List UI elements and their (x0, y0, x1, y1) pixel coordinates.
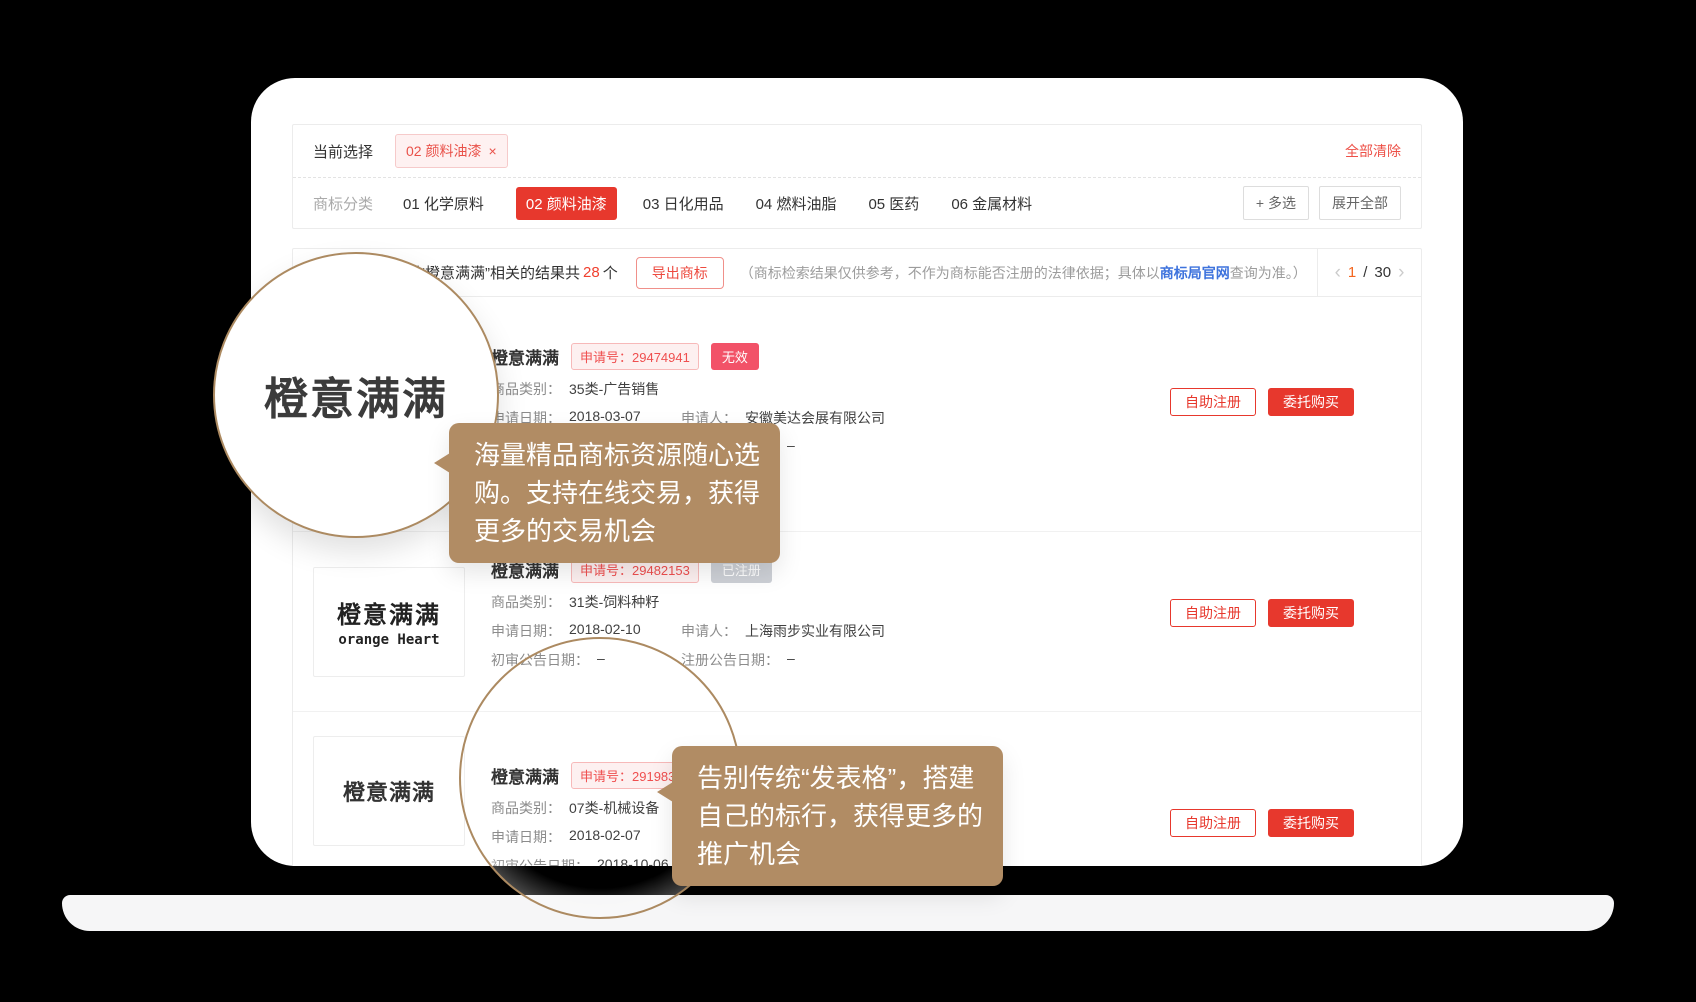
apply-date-label: 申请日期： (491, 621, 561, 641)
current-page: 1 (1348, 264, 1356, 281)
trademark-office-link[interactable]: 商标局官网 (1160, 265, 1230, 281)
category-label: 商品类别： (491, 592, 561, 612)
trademark-thumbnail[interactable]: 橙意满满 orange Heart (313, 567, 465, 677)
application-number-value: 29474941 (632, 350, 690, 365)
prev-page-icon[interactable]: ‹ (1335, 263, 1341, 282)
category-item-01[interactable]: 01 化学原料 (403, 193, 484, 214)
reg-publication-value: – (787, 650, 795, 670)
category-item-03[interactable]: 03 日化用品 (643, 193, 724, 214)
category-value: 31类-饲料种籽 (569, 592, 659, 612)
trademark-name: 橙意满满 (491, 344, 559, 369)
current-selection-row: 当前选择 02 颜料油漆 × 全部清除 (293, 125, 1421, 177)
category-label: 商品类别： (491, 379, 561, 399)
current-selection-label: 当前选择 (313, 141, 373, 162)
category-item-06[interactable]: 06 金属材料 (951, 193, 1032, 214)
category-actions: + 多选 展开全部 (1243, 186, 1401, 220)
category-item-05[interactable]: 05 医药 (868, 193, 919, 214)
callout-line: 购。支持在线交易，获得 (474, 474, 760, 512)
category-value: 35类-广告销售 (569, 379, 659, 399)
selected-filter-chip-label: 02 颜料油漆 (406, 141, 481, 161)
pagination: ‹ 1 / 30 › (1317, 249, 1421, 296)
application-number-value: 29482153 (632, 563, 690, 578)
application-number-badge: 申请号：29474941 (571, 343, 699, 370)
entrust-buy-button[interactable]: 委托购买 (1268, 809, 1354, 837)
entrust-buy-button[interactable]: 委托购买 (1268, 388, 1354, 416)
callout-line: 告别传统“发表格”，搭建 (697, 759, 983, 797)
applicant-label: 申请人： (681, 621, 737, 641)
page-background: 当前选择 02 颜料油漆 × 全部清除 商标分类 01 化学原料 02 颜料油漆… (0, 0, 1696, 1002)
self-register-button[interactable]: 自助注册 (1170, 388, 1256, 416)
trademark-image-text: 橙意满满 (337, 595, 441, 630)
trademark-image-subtext: orange Heart (338, 632, 439, 648)
multi-select-button[interactable]: + 多选 (1243, 186, 1309, 220)
disclaimer-suffix: 查询为准。） (1230, 265, 1307, 281)
applicant-value: 上海雨步实业有限公司 (745, 621, 885, 641)
chip-close-icon[interactable]: × (488, 143, 496, 159)
self-register-button[interactable]: 自助注册 (1170, 809, 1256, 837)
results-header: 搜索到“橙意满满”相关的结果共 28 个 导出商标 （商标检索结果仅供参考，不作… (293, 249, 1421, 297)
category-item-02-selected[interactable]: 02 颜料油漆 (516, 187, 617, 220)
results-count: 28 (583, 264, 600, 281)
results-disclaimer: （商标检索结果仅供参考，不作为商标能否注册的法律依据；具体以商标局官网查询为准。… (740, 263, 1307, 283)
self-register-button[interactable]: 自助注册 (1170, 599, 1256, 627)
callout-line: 海量精品商标资源随心选 (474, 436, 760, 474)
row-actions: 自助注册 委托购买 (1170, 809, 1354, 837)
reg-publication-label: 注册公告日期： (681, 650, 779, 670)
next-page-icon[interactable]: › (1398, 263, 1404, 282)
category-row-label: 商标分类 (313, 193, 373, 214)
export-trademarks-button[interactable]: 导出商标 (636, 257, 724, 289)
entrust-buy-button[interactable]: 委托购买 (1268, 599, 1354, 627)
device-base-bar (62, 895, 1614, 931)
clear-all-button[interactable]: 全部清除 (1345, 141, 1401, 161)
results-summary-suffix: 个 (603, 262, 618, 283)
reg-publication-value: – (787, 437, 795, 457)
total-pages: 30 (1374, 264, 1391, 281)
disclaimer-prefix: （商标检索结果仅供参考，不作为商标能否注册的法律依据；具体以 (740, 265, 1160, 281)
page-separator: / (1363, 264, 1367, 281)
application-number-label: 申请号： (580, 350, 632, 365)
status-badge: 无效 (711, 343, 759, 370)
category-item-04[interactable]: 04 燃料油脂 (756, 193, 837, 214)
selected-filter-chip[interactable]: 02 颜料油漆 × (395, 134, 508, 168)
expand-all-button[interactable]: 展开全部 (1319, 186, 1401, 220)
row-actions: 自助注册 委托购买 (1170, 388, 1354, 416)
trademark-thumbnail[interactable]: 橙意满满 (313, 736, 465, 846)
application-number-label: 申请号： (580, 563, 632, 578)
callout-line: 推广机会 (697, 835, 983, 873)
filter-panel: 当前选择 02 颜料油漆 × 全部清除 商标分类 01 化学原料 02 颜料油漆… (292, 124, 1422, 229)
callout-trade-resources: 海量精品商标资源随心选 购。支持在线交易，获得 更多的交易机会 (449, 423, 780, 563)
trademark-image-text: 橙意满满 (343, 775, 435, 807)
callout-line: 自己的标行，获得更多的 (697, 797, 983, 835)
category-row: 商标分类 01 化学原料 02 颜料油漆 03 日化用品 04 燃料油脂 05 … (293, 178, 1421, 228)
callout-line: 更多的交易机会 (474, 512, 760, 550)
callout-promotion: 告别传统“发表格”，搭建 自己的标行，获得更多的 推广机会 (672, 746, 1003, 886)
row-actions: 自助注册 委托购买 (1170, 599, 1354, 627)
magnified-trademark-text: 橙意满满 (264, 363, 448, 427)
